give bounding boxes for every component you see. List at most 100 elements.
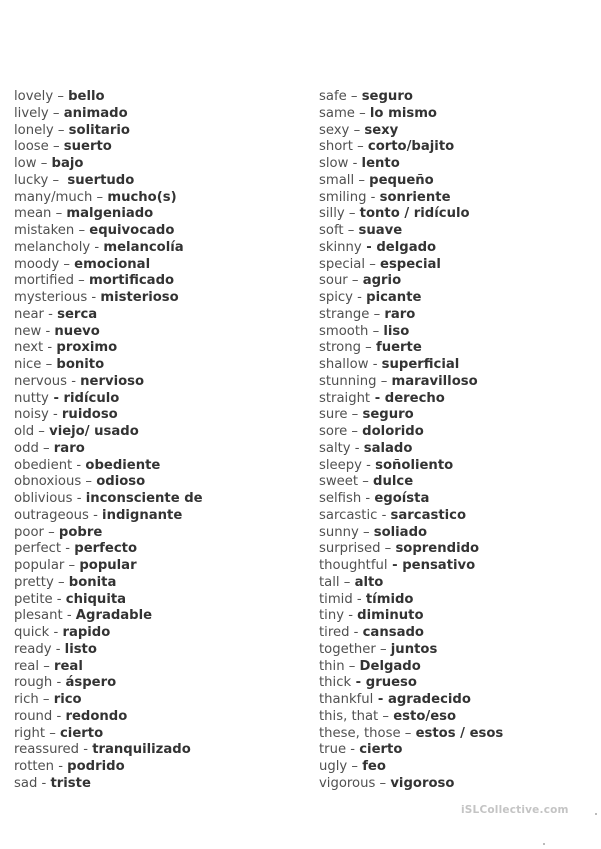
vocabulary-entry: sad - triste: [14, 776, 203, 793]
english-word: mean: [14, 206, 52, 222]
spanish-translation: grueso: [365, 675, 417, 691]
spanish-translation: serca: [57, 306, 98, 322]
english-word: noisy: [14, 407, 49, 423]
vocabulary-entry: selfish - egoísta: [319, 491, 503, 508]
english-word: sunny: [319, 524, 359, 540]
vocabulary-entry: soft – suave: [319, 223, 503, 240]
separator-dash: –: [38, 692, 54, 707]
spanish-translation: animado: [63, 105, 128, 121]
spanish-translation: especial: [380, 256, 441, 272]
vocabulary-entry: sleepy - soñoliento: [319, 458, 503, 475]
english-word: outrageous: [14, 507, 89, 523]
spanish-translation: diminuto: [357, 608, 424, 624]
separator-dash: –: [380, 541, 396, 557]
english-word: pretty: [14, 574, 54, 590]
english-word: slow: [319, 156, 349, 171]
separator-dash: -: [52, 591, 66, 607]
vocabulary-entry: sexy – sexy: [319, 123, 503, 140]
spanish-translation: perfecto: [74, 541, 138, 557]
separator-dash: -: [72, 457, 86, 473]
spanish-translation: sarcastico: [390, 507, 467, 523]
vocabulary-entry: mistaken – equivocado: [14, 223, 203, 240]
spanish-translation: nuevo: [54, 323, 100, 339]
spanish-translation: listo: [64, 641, 97, 657]
vocabulary-entry: noisy - ruidoso: [14, 407, 203, 424]
spanish-translation: popular: [79, 558, 137, 573]
separator-dash: -: [351, 675, 366, 691]
english-word: salty: [319, 440, 351, 456]
vocabulary-entry: mean – malgeniado: [14, 206, 203, 223]
vocabulary-entry: small – pequeño: [319, 173, 503, 190]
separator-dash: –: [347, 424, 363, 439]
spanish-translation: alto: [354, 574, 384, 590]
vocabulary-entry: smiling - sonriente: [319, 190, 503, 207]
english-word: old: [14, 424, 35, 439]
separator-dash: –: [48, 105, 64, 121]
english-word: timid: [319, 591, 353, 607]
separator-dash: -: [54, 759, 68, 774]
english-word: sad: [14, 775, 38, 791]
separator-dash: -: [37, 775, 51, 791]
spanish-translation: pobre: [58, 524, 103, 540]
english-word: sexy: [319, 122, 350, 138]
vocabulary-column-left: lovely – bello lively – animado lonely – s…: [14, 89, 203, 793]
vocabulary-entry: safe – seguro: [319, 89, 503, 106]
separator-dash: –: [347, 273, 363, 289]
english-word: next: [14, 340, 44, 356]
vocabulary-entry: nervous - nervioso: [14, 374, 203, 391]
english-word: spicy: [319, 290, 353, 305]
separator-dash: –: [41, 357, 57, 372]
vocabulary-entry: perfect - perfecto: [14, 541, 203, 558]
spanish-translation: emocional: [74, 256, 151, 272]
english-word: lonely: [14, 122, 54, 138]
spanish-translation: bajo: [51, 156, 84, 171]
english-word: sore: [319, 424, 348, 439]
separator-dash: -: [67, 373, 81, 389]
spanish-translation: soprendido: [395, 541, 480, 557]
spanish-translation: misterioso: [100, 290, 179, 305]
vocabulary-entry: lovely – bello: [14, 89, 203, 106]
spanish-translation: corto/bajito: [367, 139, 455, 155]
spanish-translation: seguro: [362, 407, 414, 423]
english-word: odd: [14, 440, 39, 456]
english-word: lovely: [14, 89, 54, 104]
english-word: ready: [14, 641, 52, 657]
separator-dash: –: [45, 725, 60, 741]
english-word: thankful: [319, 692, 374, 707]
spanish-translation: chiquita: [65, 591, 127, 607]
spanish-translation: salado: [363, 440, 413, 456]
separator-dash: –: [365, 256, 380, 272]
separator-dash: -: [370, 390, 385, 406]
vocabulary-entry: stunning – maravilloso: [319, 374, 503, 391]
vocabulary-entry: strange – raro: [319, 307, 503, 324]
spanish-translation: vigoroso: [390, 775, 455, 791]
spanish-translation: fuerte: [375, 340, 422, 356]
english-word: mortified: [14, 273, 74, 289]
english-word: round: [14, 708, 53, 724]
separator-dash: -: [348, 156, 362, 171]
vocabulary-entry: silly – tonto / ridículo: [319, 206, 503, 223]
separator-dash: –: [400, 725, 416, 741]
vocabulary-entry: together – juntos: [319, 642, 503, 659]
separator-dash: –: [343, 223, 359, 238]
english-word: vigorous: [319, 775, 376, 791]
spanish-translation: pensativo: [402, 558, 476, 573]
english-word: popular: [14, 558, 65, 573]
spanish-translation: maravilloso: [391, 373, 478, 389]
separator-dash: –: [375, 641, 391, 657]
english-word: oblivious: [14, 491, 73, 506]
scan-speck: [543, 843, 545, 845]
english-word: strange: [319, 306, 370, 322]
english-word: perfect: [14, 541, 62, 557]
vocabulary-entry: this, that – esto/eso: [319, 709, 503, 726]
english-word: real: [14, 658, 39, 674]
english-word: sweet: [319, 474, 359, 490]
english-word: tiny: [319, 608, 344, 624]
english-word: these, those: [319, 725, 401, 741]
vocabulary-entry: straight - derecho: [319, 391, 503, 408]
vocabulary-entry: sweet – dulce: [319, 474, 503, 491]
spanish-translation: tranquilizado: [92, 742, 191, 758]
vocabulary-entry: near - serca: [14, 307, 203, 324]
english-word: rough: [14, 675, 53, 691]
separator-dash: -: [368, 357, 382, 372]
